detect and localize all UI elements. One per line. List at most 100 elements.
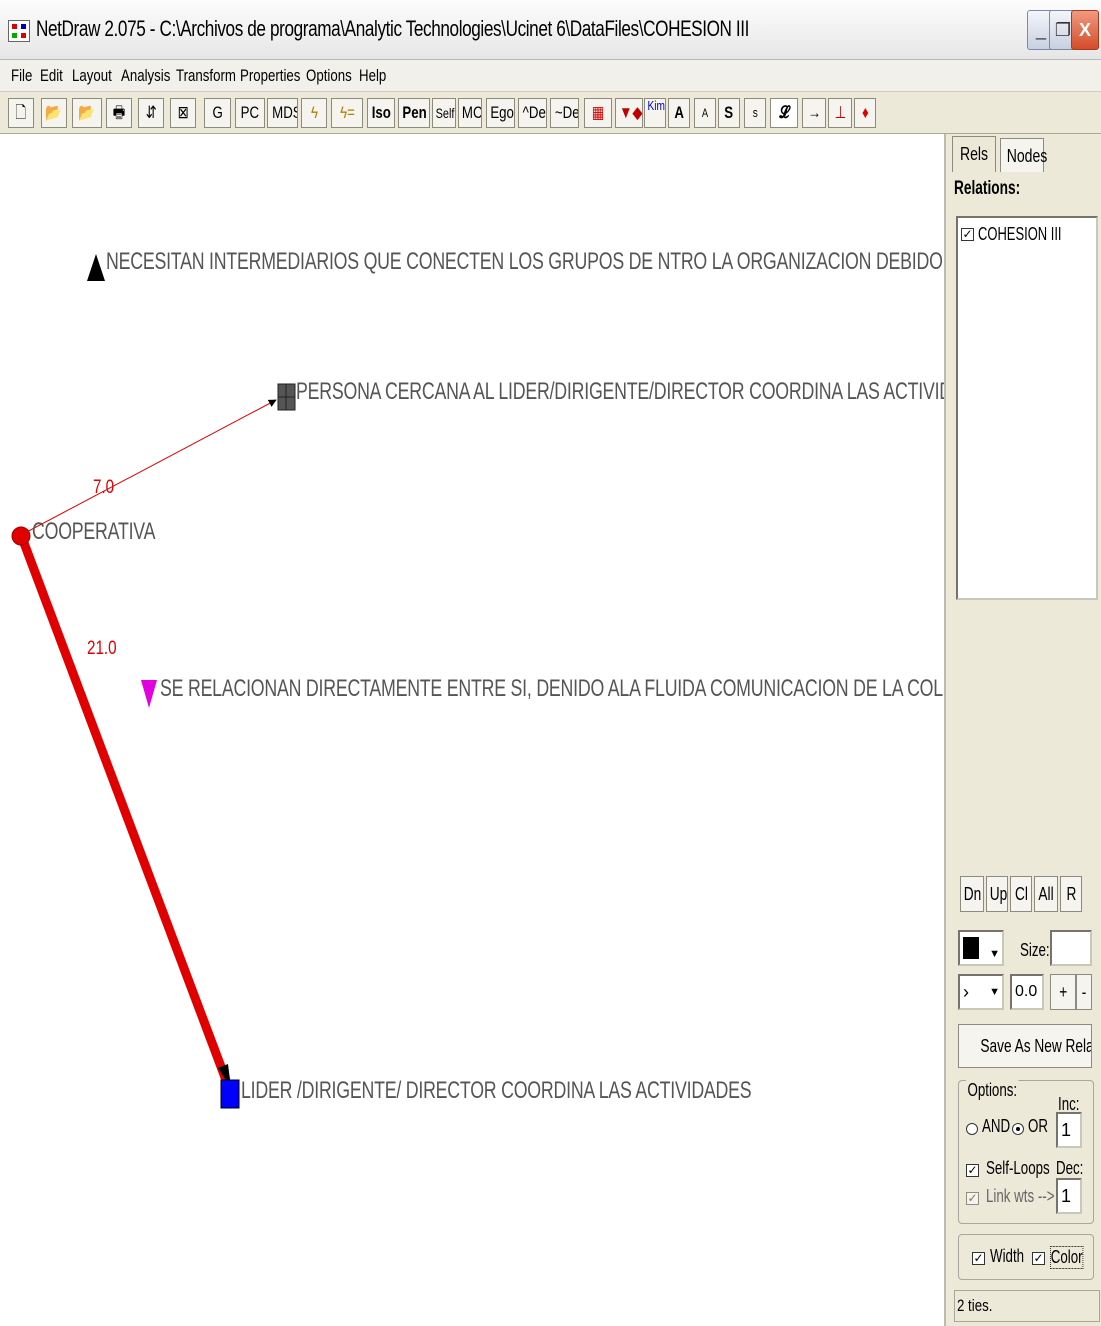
menu-layout[interactable]: Layout (72, 66, 112, 86)
relations-list[interactable]: ✓ COHESION III (956, 216, 1098, 600)
open-folder-icon[interactable]: 📂 (41, 98, 67, 128)
link-wts-checkbox[interactable]: ✓ (966, 1190, 979, 1208)
label-size-down-button[interactable]: A (694, 98, 716, 128)
spring-embed-icon[interactable]: ϟ (301, 98, 327, 128)
node-persona-cercana[interactable] (277, 383, 296, 411)
edge-cooperativa-persona-cercana[interactable] (20, 399, 277, 536)
self-loops-button[interactable]: Self (432, 98, 456, 128)
app-icon[interactable] (8, 20, 30, 42)
node-label-necesitan-intermediarios: NECESITAN INTERMEDIARIOS QUE CONECTEN LO… (106, 248, 944, 275)
link-wts-label: Link wts --> (986, 1186, 1055, 1206)
status-bar: 2 ties. (954, 1290, 1100, 1322)
window-title: NetDraw 2.075 - C:\Archivos de programa\… (36, 16, 750, 41)
graph-theoretic-button[interactable]: G (204, 98, 231, 128)
options-label: Options: (966, 1080, 1019, 1101)
menu-help[interactable]: Help (359, 66, 386, 86)
tie-strength-icon[interactable]: ⊥ (828, 98, 852, 128)
node-size-up-button[interactable]: S (718, 98, 740, 128)
node-color-icon[interactable]: ▦ (584, 98, 612, 128)
all-button[interactable]: All (1034, 876, 1058, 912)
chevron-down-icon: ▼ (989, 986, 1000, 998)
and-radio[interactable] (966, 1120, 978, 1138)
node-label-lider: LIDER /DIRIGENTE/ DIRECTOR COORDINA LAS … (241, 1077, 752, 1104)
chevron-down-icon: ▼ (989, 948, 1000, 960)
title-bar: NetDraw 2.075 - C:\Archivos de programa\… (0, 0, 1101, 60)
minus-button[interactable]: - (1076, 974, 1092, 1010)
menu-file[interactable]: File (11, 66, 32, 86)
main-component-button[interactable]: MC (458, 98, 482, 128)
print-icon[interactable]: 🖶 (106, 98, 132, 128)
spring-embed-equal-icon[interactable]: ϟ= (331, 98, 363, 128)
menu-transform[interactable]: Transform (176, 66, 236, 86)
ego-network-button[interactable]: Ego (486, 98, 515, 128)
delete-unselected-button[interactable]: ~Del (550, 98, 579, 128)
network-canvas[interactable]: NECESITAN INTERMEDIARIOS QUE CONECTEN LO… (0, 134, 944, 1326)
node-label-cooperativa: COOPERATIVA (32, 518, 156, 545)
menu-analysis[interactable]: Analysis (121, 66, 170, 86)
self-loops-label: Self-Loops (986, 1158, 1050, 1178)
r-button[interactable]: R (1060, 876, 1082, 912)
size-input[interactable] (1050, 930, 1092, 966)
network-graph (11, 254, 296, 1109)
delete-selected-button[interactable]: ^Del (518, 98, 547, 128)
node-size-down-button[interactable]: s (744, 98, 766, 128)
up-button[interactable]: Up (986, 876, 1008, 912)
status-text: 2 ties. (957, 1296, 993, 1315)
kim-button[interactable]: Kim (644, 98, 666, 128)
relation-item[interactable]: ✓ COHESION III (961, 224, 1094, 245)
color-swatch (963, 937, 979, 959)
node-cooperativa[interactable] (11, 526, 31, 546)
edge-curve-icon[interactable]: 𝓛 (770, 98, 798, 128)
save-as-new-relation-button[interactable]: Save As New Relation (958, 1024, 1092, 1068)
label-size-up-button[interactable]: A (668, 98, 690, 128)
menu-bar: File Edit Layout Analysis Transform Prop… (0, 60, 1101, 92)
color-label: Color (1050, 1246, 1084, 1269)
node-se-relacionan[interactable] (141, 680, 157, 708)
menu-options[interactable]: Options (306, 66, 352, 86)
relation-checkbox[interactable]: ✓ (961, 228, 974, 241)
self-loops-checkbox[interactable]: ✓ (966, 1162, 979, 1180)
mds-button[interactable]: MDS (267, 98, 298, 128)
size-label: Size: (1020, 940, 1050, 960)
edge-weight-label: 21.0 (87, 638, 117, 659)
netdraw-window: NetDraw 2.075 - C:\Archivos de programa\… (0, 0, 1101, 1326)
zoom-fit-icon[interactable]: ⊠ (170, 98, 196, 128)
tab-rels[interactable]: Rels (952, 136, 996, 172)
shape-dropdown[interactable]: › ▼ (958, 974, 1004, 1010)
plus-button[interactable]: + (1050, 974, 1076, 1010)
menu-edit[interactable]: Edit (40, 66, 63, 86)
pendants-button[interactable]: Pen (398, 98, 430, 128)
arrow-toggle-icon[interactable]: → (802, 98, 826, 128)
or-label: OR (1028, 1116, 1048, 1136)
tab-nodes[interactable]: Nodes (1000, 138, 1047, 172)
clear-button[interactable]: Cl (1010, 876, 1032, 912)
dec-label: Dec: (1056, 1158, 1084, 1178)
open-attribute-folder-icon[interactable]: 📂 (72, 98, 102, 128)
dec-input[interactable]: 1 (1056, 1178, 1082, 1214)
principal-components-button[interactable]: PC (235, 98, 265, 128)
shape-select-value: › (963, 982, 969, 1002)
node-lider[interactable] (220, 1079, 240, 1109)
menu-properties[interactable]: Properties (240, 66, 300, 86)
node-highlight-icon[interactable]: ♦ (854, 98, 876, 128)
node-label-persona-cercana: PERSONA CERCANA AL LIDER/DIRIGENTE/DIREC… (296, 378, 944, 405)
edge-cooperativa-lider[interactable] (16, 533, 231, 1082)
control-panel: Rels Nodes Relations: ✓ COHESION III Dn … (944, 134, 1101, 1326)
toolbar: 🗋 📂 📂 🖶 ⇵ ⊠ G PC MDS ϟ ϟ= Iso Pen Self M… (0, 92, 1101, 134)
isolates-button[interactable]: Iso (367, 98, 395, 128)
width-checkbox[interactable]: ✓ (972, 1250, 985, 1268)
node-necesitan-intermediarios[interactable] (87, 254, 105, 281)
dn-button[interactable]: Dn (960, 876, 984, 912)
or-radio[interactable] (1012, 1120, 1024, 1138)
new-file-icon[interactable]: 🗋 (8, 98, 34, 128)
color-dropdown[interactable]: ▼ (958, 930, 1004, 966)
color-checkbox[interactable]: ✓ (1032, 1250, 1045, 1268)
width-label: Width (990, 1246, 1025, 1266)
inc-input[interactable]: 1 (1056, 1112, 1082, 1148)
layout-icon[interactable]: ⇵ (138, 98, 164, 128)
and-label: AND (982, 1116, 1011, 1136)
value-input[interactable]: 0.0 (1010, 974, 1044, 1010)
edge-weight-label: 7.0 (93, 477, 115, 498)
node-shape-icon[interactable]: ▼◆ (615, 98, 643, 128)
close-button[interactable]: X (1071, 10, 1099, 50)
